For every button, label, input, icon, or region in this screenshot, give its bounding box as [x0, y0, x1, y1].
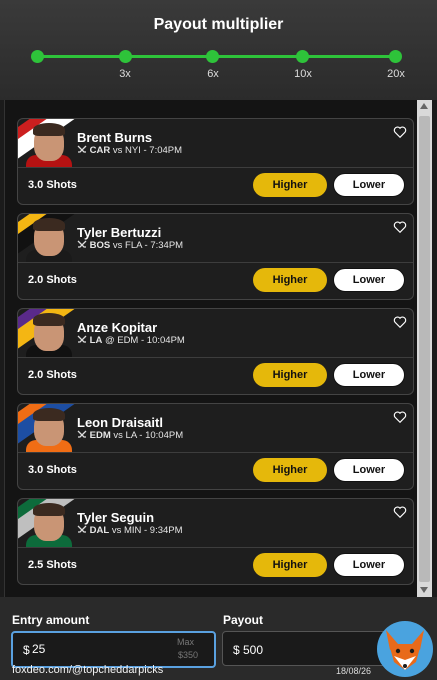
payout-value: 500: [243, 643, 264, 657]
hockey-sticks-icon: [77, 240, 87, 248]
lower-button[interactable]: Lower: [333, 173, 405, 197]
player-list: Brent Burns CAR vs NYI - 7:04PM 3.0 Shot…: [4, 100, 418, 597]
higher-button[interactable]: Higher: [253, 173, 327, 197]
scroll-down-arrow-icon[interactable]: [420, 587, 428, 593]
player-hair: [33, 123, 65, 136]
heart-icon[interactable]: [393, 410, 407, 424]
team-abbr: CAR: [89, 145, 111, 156]
payout-field: $ 500: [222, 631, 394, 666]
game-time: @ EDM - 10:04PM: [104, 335, 185, 346]
higher-button[interactable]: Higher: [253, 268, 327, 292]
matchup-info: EDM vs LA - 10:04PM: [77, 430, 183, 441]
multiplier-dot-10x[interactable]: [296, 50, 309, 63]
heart-icon[interactable]: [393, 505, 407, 519]
entry-amount-input[interactable]: [32, 639, 152, 659]
team-abbr: DAL: [89, 525, 110, 536]
hockey-sticks-icon: [77, 145, 87, 153]
lower-button[interactable]: Lower: [333, 553, 405, 577]
stat-line: 3.0 Shots: [28, 464, 77, 476]
card-divider: [18, 167, 413, 168]
hockey-sticks-icon: [77, 335, 87, 343]
player-photo: [18, 214, 80, 262]
game-time: vs NYI - 7:04PM: [112, 145, 183, 156]
payout-header: Payout multiplier 3x 6x 10x 20x: [0, 0, 437, 100]
player-photo: [18, 119, 80, 167]
game-time: vs FLA - 7:34PM: [112, 240, 184, 251]
stat-line: 3.0 Shots: [28, 179, 77, 191]
player-card: Tyler Bertuzzi BOS vs FLA - 7:34PM 2.0 S…: [17, 213, 414, 300]
matchup-info: CAR vs NYI - 7:04PM: [77, 145, 182, 156]
card-divider: [18, 547, 413, 548]
player-card: Anze Kopitar LA @ EDM - 10:04PM 2.0 Shot…: [17, 308, 414, 395]
currency-symbol: $: [233, 643, 240, 657]
player-name: Anze Kopitar: [77, 320, 158, 335]
matchup-info: DAL vs MIN - 9:34PM: [77, 525, 183, 536]
payout-label: Payout: [223, 613, 264, 627]
scrollbar-thumb[interactable]: [419, 116, 430, 582]
matchup-info: LA @ EDM - 10:04PM: [77, 335, 185, 346]
card-divider: [18, 262, 413, 263]
game-time: vs LA - 10:04PM: [113, 430, 184, 441]
player-card: Leon Draisaitl EDM vs LA - 10:04PM 3.0 S…: [17, 403, 414, 490]
multiplier-label: 6x: [207, 68, 219, 80]
player-name: Tyler Seguin: [77, 510, 155, 525]
higher-button[interactable]: Higher: [253, 363, 327, 387]
hockey-sticks-icon: [77, 430, 87, 438]
game-time: vs MIN - 9:34PM: [111, 525, 183, 536]
player-name: Brent Burns: [77, 130, 153, 145]
team-abbr: EDM: [89, 430, 111, 441]
heart-icon[interactable]: [393, 220, 407, 234]
multiplier-label: 3x: [119, 68, 131, 80]
entry-amount-field[interactable]: $ Max $350: [11, 631, 216, 668]
lower-button[interactable]: Lower: [333, 363, 405, 387]
stat-line: 2.5 Shots: [28, 559, 77, 571]
team-abbr: LA: [89, 335, 103, 346]
multiplier-dot-6x[interactable]: [206, 50, 219, 63]
lower-button[interactable]: Lower: [333, 458, 405, 482]
stat-line: 2.0 Shots: [28, 274, 77, 286]
player-name: Tyler Bertuzzi: [77, 225, 162, 240]
heart-icon[interactable]: [393, 125, 407, 139]
player-photo: [18, 499, 80, 547]
multiplier-dot-start[interactable]: [31, 50, 44, 63]
player-name: Leon Draisaitl: [77, 415, 163, 430]
lower-button[interactable]: Lower: [333, 268, 405, 292]
team-abbr: BOS: [89, 240, 111, 251]
player-photo: [18, 309, 80, 357]
entry-amount-label: Entry amount: [12, 613, 90, 627]
player-hair: [33, 503, 65, 516]
higher-button[interactable]: Higher: [253, 553, 327, 577]
watermark-text: foxdeo.com/@topcheddarpicks: [12, 664, 164, 676]
player-hair: [33, 218, 65, 231]
stat-line: 2.0 Shots: [28, 369, 77, 381]
fox-logo-icon: [377, 621, 433, 677]
multiplier-dot-20x[interactable]: [389, 50, 402, 63]
watermark-date: 18/08/26: [336, 666, 372, 676]
hockey-sticks-icon: [77, 525, 87, 533]
card-divider: [18, 452, 413, 453]
max-label: Max: [176, 637, 194, 647]
player-hair: [33, 408, 65, 421]
max-value: $350: [177, 650, 198, 660]
multiplier-label: 10x: [294, 68, 312, 80]
currency-symbol: $: [23, 643, 30, 657]
app-frame: Payout multiplier 3x 6x 10x 20x Brent Bu…: [0, 0, 437, 680]
player-card: Tyler Seguin DAL vs MIN - 9:34PM 2.5 Sho…: [17, 498, 414, 585]
higher-button[interactable]: Higher: [253, 458, 327, 482]
card-divider: [18, 357, 413, 358]
multiplier-label: 20x: [387, 68, 405, 80]
player-photo: [18, 404, 80, 452]
player-hair: [33, 313, 65, 326]
matchup-info: BOS vs FLA - 7:34PM: [77, 240, 183, 251]
scroll-up-arrow-icon[interactable]: [420, 103, 428, 109]
heart-icon[interactable]: [393, 315, 407, 329]
player-card: Brent Burns CAR vs NYI - 7:04PM 3.0 Shot…: [17, 118, 414, 205]
multiplier-dot-3x[interactable]: [119, 50, 132, 63]
page-title: Payout multiplier: [153, 16, 284, 33]
